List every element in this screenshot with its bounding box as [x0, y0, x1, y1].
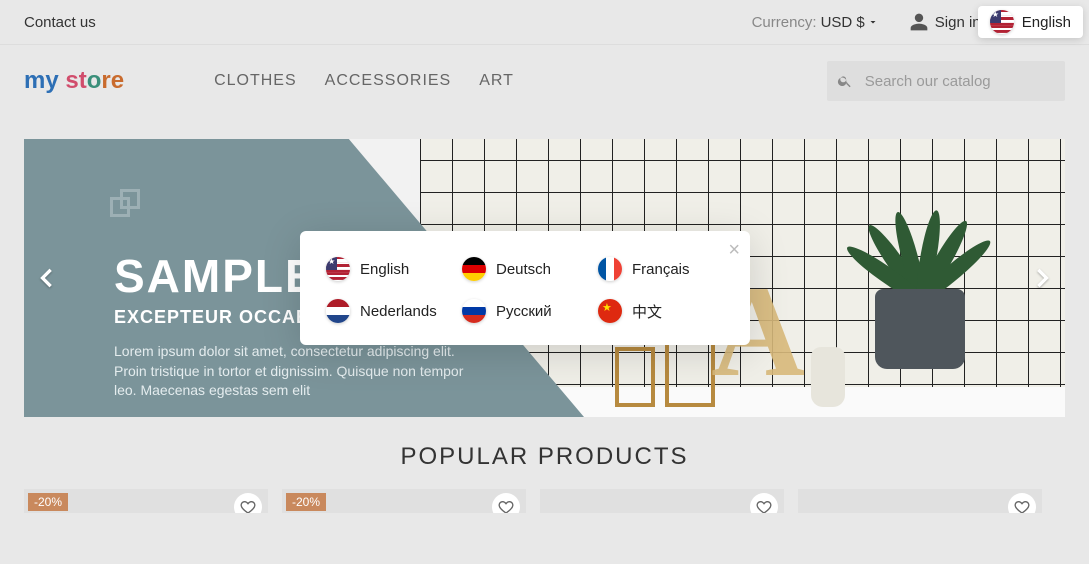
product-card[interactable]: -20%: [24, 489, 268, 513]
wishlist-button[interactable]: [492, 493, 520, 513]
flag-icon: [598, 299, 622, 323]
top-bar: Contact us Currency: USD $ Sign in Cart: [0, 0, 1089, 44]
carousel-prev[interactable]: [32, 256, 60, 300]
flag-icon: [990, 10, 1014, 34]
language-switcher[interactable]: English: [978, 6, 1083, 38]
search-box[interactable]: [827, 61, 1065, 101]
search-icon: [837, 72, 853, 90]
product-row: -20% -20%: [0, 489, 1089, 513]
contact-link[interactable]: Contact us: [24, 14, 96, 31]
section-title: POPULAR PRODUCTS: [0, 443, 1089, 471]
language-current: English: [1022, 14, 1071, 31]
language-option-deutsch[interactable]: Deutsch: [462, 257, 588, 281]
chevron-left-icon: [32, 256, 60, 300]
product-card[interactable]: [540, 489, 784, 513]
language-modal: × English Deutsch Français Nederlands Ру…: [300, 231, 750, 345]
wishlist-button[interactable]: [234, 493, 262, 513]
flag-icon: [326, 299, 350, 323]
flag-icon: [462, 299, 486, 323]
discount-badge: -20%: [28, 493, 68, 511]
product-card[interactable]: -20%: [282, 489, 526, 513]
flag-icon: [462, 257, 486, 281]
person-icon: [909, 12, 929, 32]
language-option-english[interactable]: English: [326, 257, 452, 281]
logo[interactable]: my store: [24, 67, 124, 95]
discount-badge: -20%: [286, 493, 326, 511]
search-input[interactable]: [865, 73, 1055, 90]
carousel-next[interactable]: [1029, 256, 1057, 300]
nav-link-accessories[interactable]: ACCESSORIES: [325, 72, 452, 90]
language-option-chinese[interactable]: 中文: [598, 299, 724, 323]
flag-icon: [598, 257, 622, 281]
wishlist-button[interactable]: [1008, 493, 1036, 513]
currency-selector[interactable]: Currency: USD $: [752, 14, 879, 31]
modal-close-button[interactable]: ×: [728, 239, 740, 262]
chevron-right-icon: [1029, 256, 1057, 300]
currency-label: Currency:: [752, 14, 817, 31]
wishlist-button[interactable]: [750, 493, 778, 513]
language-option-nederlands[interactable]: Nederlands: [326, 299, 452, 323]
heart-icon: [498, 499, 514, 513]
language-grid: English Deutsch Français Nederlands Русс…: [326, 257, 724, 323]
language-option-russian[interactable]: Русский: [462, 299, 588, 323]
chevron-down-icon: [867, 16, 879, 28]
nav-links: CLOTHES ACCESSORIES ART: [214, 72, 514, 90]
heart-icon: [1014, 499, 1030, 513]
heart-icon: [756, 499, 772, 513]
decoration-icon: [110, 189, 140, 219]
currency-value: USD $: [821, 14, 865, 31]
hero-body: Lorem ipsum dolor sit amet, consectetur …: [114, 342, 474, 401]
flag-icon: [326, 257, 350, 281]
language-option-francais[interactable]: Français: [598, 257, 724, 281]
nav-link-clothes[interactable]: CLOTHES: [214, 72, 297, 90]
sign-in-link[interactable]: Sign in: [909, 12, 981, 32]
product-card[interactable]: [798, 489, 1042, 513]
nav-link-art[interactable]: ART: [479, 72, 514, 90]
heart-icon: [240, 499, 256, 513]
main-nav: my store CLOTHES ACCESSORIES ART: [0, 45, 1089, 117]
